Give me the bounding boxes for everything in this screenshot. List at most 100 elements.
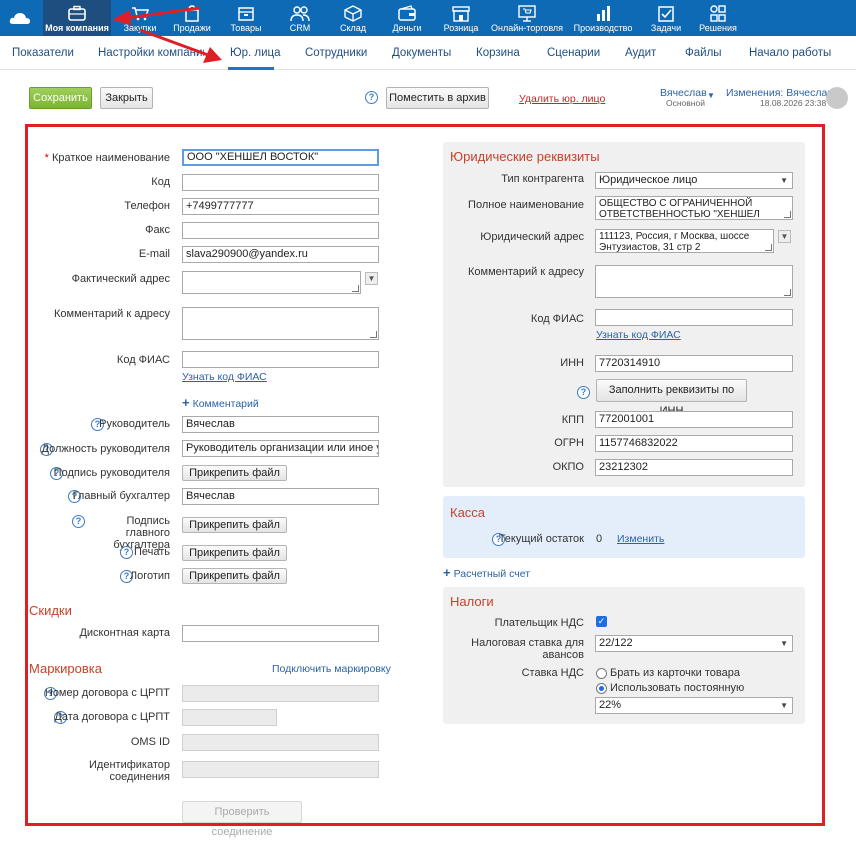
nav-warehouse[interactable]: Склад — [333, 0, 373, 36]
tab-documents[interactable]: Документы — [392, 47, 451, 59]
full-name-input[interactable]: ОБЩЕСТВО С ОГРАНИЧЕННОЙ ОТВЕТСТВЕННОСТЬЮ… — [595, 196, 793, 220]
resize-grip-icon[interactable] — [784, 211, 791, 218]
chief-accountant-input[interactable]: Вячеслав — [182, 488, 379, 505]
resize-grip-icon[interactable] — [784, 289, 791, 296]
nav-crm[interactable]: CRM — [280, 0, 320, 36]
nav-label: Задачи — [650, 23, 682, 33]
delete-legal-entity-link[interactable]: Удалить юр. лицо — [519, 93, 605, 105]
ogrn-label: ОГРН — [554, 437, 584, 449]
help-icon[interactable]: ? — [120, 546, 133, 559]
chevron-down-icon[interactable]: ▼ — [707, 91, 715, 100]
right-fias-input[interactable] — [595, 309, 793, 326]
vat-payer-checkbox[interactable]: ✓ — [596, 616, 607, 627]
nav-retail[interactable]: Розница — [440, 0, 482, 36]
nav-label: Производство — [573, 23, 633, 33]
top-navigation-bar: Моя компания Закупки Продажи Товары CRM … — [0, 0, 856, 36]
nav-solutions[interactable]: Решения — [696, 0, 740, 36]
resize-grip-icon[interactable] — [352, 285, 359, 292]
fill-by-inn-button[interactable]: Заполнить реквизиты по ИНН — [596, 379, 747, 417]
grid-icon — [710, 5, 726, 22]
marking-section-title: Маркировка — [29, 661, 102, 676]
crpt-date-label: Дата договора с ЦРПТ — [54, 711, 170, 723]
tab-getting-started[interactable]: Начало работы — [749, 47, 831, 59]
chevron-down-icon: ▼ — [780, 176, 788, 185]
nav-label: Онлайн-торговля — [490, 23, 564, 33]
vat-constant-radio[interactable] — [596, 683, 607, 694]
actual-address-input[interactable] — [182, 271, 361, 294]
short-name-input[interactable]: ООО "ХЕНШЕЛ ВОСТОК" — [182, 149, 379, 166]
tab-employees[interactable]: Сотрудники — [305, 47, 367, 59]
tab-files[interactable]: Файлы — [685, 47, 722, 59]
resize-grip-icon[interactable] — [370, 331, 377, 338]
taxes-title: Налоги — [450, 594, 494, 609]
advance-rate-label: Налоговая ставка для авансов — [471, 637, 584, 661]
address-comment-input[interactable] — [182, 307, 379, 340]
nav-products[interactable]: Товары — [225, 0, 267, 36]
okpo-input[interactable]: 23212302 — [595, 459, 793, 476]
fax-input[interactable] — [182, 222, 379, 239]
balance-value: 0 — [596, 533, 603, 545]
code-label: Код — [151, 176, 170, 188]
legal-address-input[interactable]: 111123, Россия, г Москва, шоссе Энтузиас… — [595, 229, 774, 253]
avatar[interactable] — [826, 87, 848, 109]
connect-marking-link[interactable]: Подключить маркировку — [272, 663, 391, 675]
change-balance-link[interactable]: Изменить — [617, 533, 664, 545]
attach-stamp-button[interactable]: Прикрепить файл — [182, 545, 287, 561]
crpt-date-input — [182, 709, 277, 726]
tab-indicators[interactable]: Показатели — [12, 47, 74, 59]
right-fias-lookup-link[interactable]: Узнать код ФИАС — [596, 329, 681, 341]
nav-production[interactable]: Производство — [572, 0, 634, 36]
phone-input[interactable]: +7499777777 — [182, 198, 379, 215]
nav-online-trading[interactable]: Онлайн-торговля — [489, 0, 565, 36]
code-input[interactable] — [182, 174, 379, 191]
nav-purchases[interactable]: Закупки — [118, 0, 162, 36]
resize-grip-icon[interactable] — [765, 244, 772, 251]
counterparty-type-select[interactable]: Юридическое лицо ▼ — [595, 172, 793, 189]
tab-company-settings[interactable]: Настройки компании — [98, 47, 204, 59]
nav-money[interactable]: Деньги — [387, 0, 427, 36]
head-position-input[interactable]: Руководитель организации или иное уполно… — [182, 440, 379, 457]
head-position-label: Должность руководителя — [41, 443, 171, 455]
nav-my-company[interactable]: Моя компания — [43, 0, 111, 36]
right-address-comment-input[interactable] — [595, 265, 793, 298]
cube-icon — [344, 5, 362, 22]
tab-audit[interactable]: Аудит — [625, 47, 656, 59]
help-icon[interactable]: ? — [365, 91, 378, 104]
attach-logo-button[interactable]: Прикрепить файл — [182, 568, 287, 584]
add-comment-link[interactable]: + Комментарий — [182, 395, 259, 410]
chevron-down-icon: ▼ — [780, 701, 788, 710]
save-button[interactable]: Сохранить — [29, 87, 92, 109]
head-input[interactable]: Вячеслав — [182, 416, 379, 433]
archive-button[interactable]: Поместить в архив — [386, 87, 489, 109]
tab-legal-entities[interactable]: Юр. лица — [230, 47, 281, 59]
connection-id-input — [182, 761, 379, 778]
email-input[interactable]: slava290900@yandex.ru — [182, 246, 379, 263]
advance-rate-select[interactable]: 22/122 ▼ — [595, 635, 793, 652]
oms-id-label: OMS ID — [130, 736, 170, 748]
kpp-input[interactable]: 772001001 — [595, 411, 793, 428]
check-connection-button[interactable]: Проверить соединение — [182, 801, 302, 838]
tab-scenarios[interactable]: Сценарии — [547, 47, 600, 59]
oms-id-input — [182, 734, 379, 751]
vat-rate-label: Ставка НДС — [521, 667, 584, 679]
help-icon[interactable]: ? — [577, 386, 590, 399]
nav-tasks[interactable]: Задачи — [646, 0, 686, 36]
ogrn-input[interactable]: 1157746832022 — [595, 435, 793, 452]
tab-trash[interactable]: Корзина — [476, 47, 520, 59]
fias-lookup-link[interactable]: Узнать код ФИАС — [182, 371, 267, 383]
nav-label: Продажи — [173, 23, 211, 33]
add-account-link[interactable]: + Расчетный счет — [443, 565, 530, 580]
attach-chief-sign-button[interactable]: Прикрепить файл — [182, 517, 287, 533]
cloud-logo-icon[interactable] — [8, 8, 32, 28]
close-button[interactable]: Закрыть — [100, 87, 153, 109]
legal-address-dropdown-button[interactable]: ▼ — [778, 230, 791, 243]
attach-head-sign-button[interactable]: Прикрепить файл — [182, 465, 287, 481]
vat-constant-label: Использовать постоянную — [610, 682, 745, 694]
discount-card-input[interactable] — [182, 625, 379, 642]
address-dropdown-button[interactable]: ▼ — [365, 272, 378, 285]
vat-from-product-radio[interactable] — [596, 668, 607, 679]
vat-rate-select[interactable]: 22% ▼ — [595, 697, 793, 714]
nav-sales[interactable]: Продажи — [170, 0, 214, 36]
inn-input[interactable]: 7720314910 — [595, 355, 793, 372]
fias-input[interactable] — [182, 351, 379, 368]
